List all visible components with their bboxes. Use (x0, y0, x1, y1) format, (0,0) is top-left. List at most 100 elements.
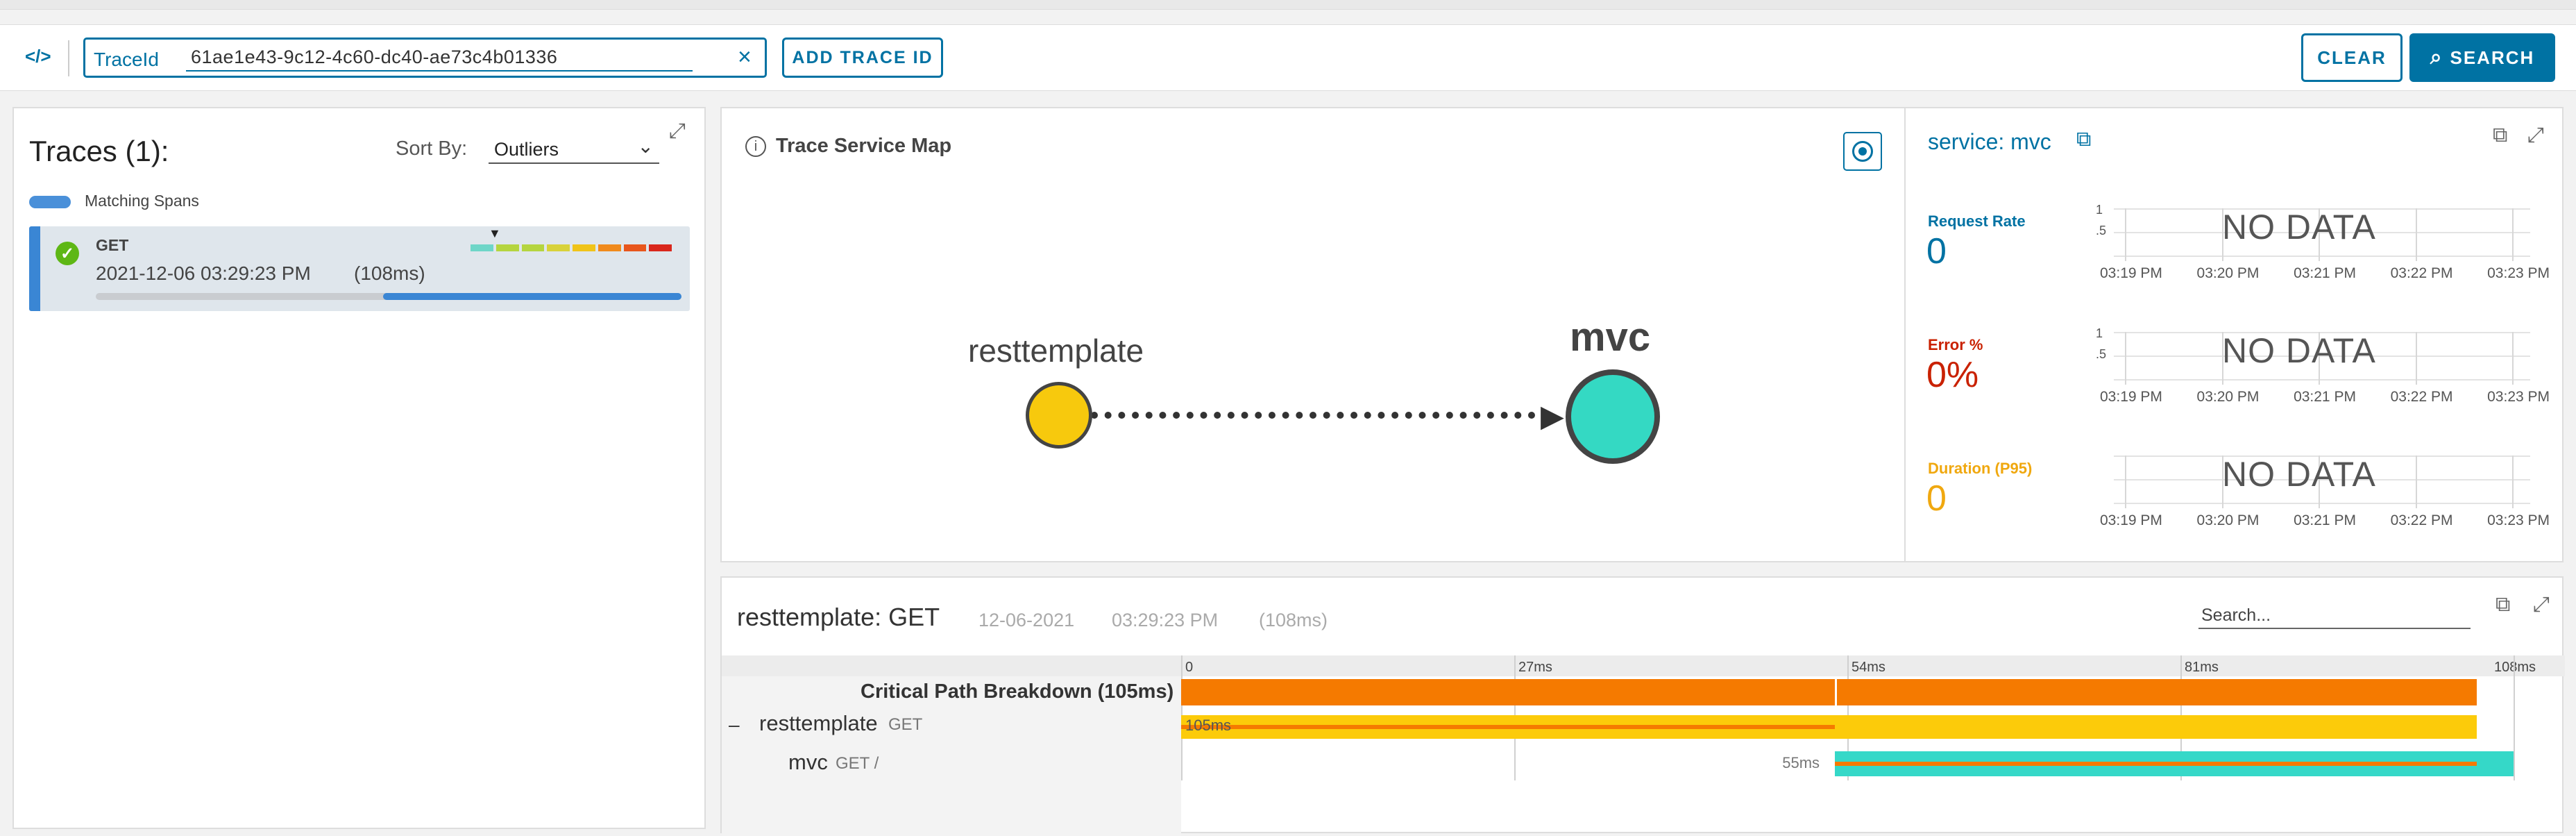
grid-line (2125, 208, 2126, 261)
restore-window-icon[interactable]: ⧉ (2496, 593, 2510, 617)
x-tick-label: 03:19 PM (2100, 265, 2162, 281)
trace-detail-title: resttemplate: GET (737, 603, 940, 631)
top-strip (0, 0, 2576, 10)
timeline-tick-label: 54ms (1852, 660, 1886, 675)
x-tick-label: 03:20 PM (2196, 265, 2260, 281)
clear-button[interactable]: CLEAR (2301, 33, 2403, 82)
span-op-resttemplate: GET (888, 715, 923, 734)
span-timeline: 0 27ms 54ms 81ms 108ms 105ms 55ms (1181, 655, 2565, 836)
timeline-grid-line (2514, 655, 2515, 780)
divider (68, 40, 69, 76)
x-tick-label: 03:22 PM (2390, 265, 2453, 281)
success-icon: ✓ (56, 242, 79, 265)
outlier-scale-segment (623, 244, 647, 251)
y-tick-label: .5 (2096, 224, 2107, 237)
collapse-toggle[interactable]: – (729, 714, 740, 736)
traces-title: Traces (1): (29, 135, 169, 167)
traces-panel: Traces (1): Sort By: Outliers ⌄ ⤢ Matchi… (12, 107, 706, 829)
center-map-button[interactable] (1843, 132, 1882, 171)
x-tick-label: 03:20 PM (2196, 512, 2260, 528)
code-icon[interactable]: </> (25, 46, 51, 67)
grid-line (2114, 256, 2530, 257)
span-duration-label: 105ms (1185, 717, 1232, 734)
sort-value: Outliers (494, 139, 559, 160)
duration-fill (383, 293, 681, 300)
grid-line (2125, 332, 2126, 385)
y-tick-label: .5 (2096, 347, 2107, 361)
span-search-input[interactable]: Search... (2198, 601, 2471, 629)
trace-id-label: TraceId (94, 49, 159, 70)
matching-spans-legend-label: Matching Spans (85, 192, 199, 210)
search-button[interactable]: ⌕ SEARCH (2409, 33, 2555, 82)
grid-line (2512, 455, 2514, 508)
critical-path-divider (1835, 679, 1838, 705)
span-duration-label: 55ms (1782, 754, 1820, 771)
trace-duration: (108ms) (354, 262, 425, 284)
service-map-panel: i Trace Service Map resttemplate mvc ▶ (720, 107, 1906, 562)
timeline-tick-label: 81ms (2185, 660, 2219, 675)
matching-spans-legend-swatch (29, 196, 71, 208)
span-search-placeholder: Search... (2201, 605, 2271, 625)
x-tick-label: 03:20 PM (2196, 389, 2260, 405)
sort-select[interactable]: Outliers ⌄ (489, 135, 659, 164)
trace-id-underline (186, 70, 693, 72)
critical-path-overlay (1181, 725, 1836, 729)
span-service-mvc[interactable]: mvc (788, 750, 828, 775)
expand-icon[interactable]: ⤢ (2533, 593, 2550, 617)
critical-path-label: Critical Path Breakdown (105ms) (861, 680, 1174, 703)
trace-detail-duration: (108ms) (1259, 610, 1328, 630)
grid-line (2512, 208, 2514, 261)
dependency-edge (1091, 412, 1549, 419)
x-tick-label: 03:19 PM (2100, 389, 2162, 405)
duration-track (96, 293, 681, 300)
trace-id-field[interactable]: TraceId 61ae1e43-9c12-4c60-dc40-ae73c4b0… (83, 37, 767, 78)
no-data-label: NO DATA (2222, 331, 2376, 370)
grid-line (2125, 455, 2126, 508)
outlier-scale-segment (471, 244, 493, 251)
critical-path-overlay (1835, 762, 2477, 766)
timeline-tick-label: 108ms (2494, 660, 2536, 675)
node-resttemplate[interactable] (1026, 382, 1092, 449)
x-tick-label: 03:22 PM (2390, 512, 2453, 528)
critical-path-bar[interactable] (1181, 679, 2477, 705)
grid-line (2415, 455, 2417, 508)
search-icon: ⌕ (2430, 46, 2443, 69)
clear-field-icon[interactable]: × (738, 44, 752, 71)
trace-time: 2021-12-06 03:29:23 PM (96, 262, 311, 284)
node-mvc[interactable] (1566, 369, 1660, 464)
y-tick-label: 1 (2096, 326, 2103, 340)
add-trace-id-button[interactable]: ADD TRACE ID (782, 37, 943, 78)
trace-detail-panel: resttemplate: GET 12-06-2021 03:29:23 PM… (720, 576, 2565, 836)
outlier-scale-segment (521, 244, 545, 251)
timeline-tick-label: 0 (1185, 660, 1194, 675)
outlier-scale-segment (573, 244, 595, 251)
x-tick-label: 03:21 PM (2294, 265, 2356, 281)
trace-id-value[interactable]: 61ae1e43-9c12-4c60-dc40-ae73c4b01336 (191, 47, 557, 68)
no-data-label: NO DATA (2222, 208, 2376, 246)
edge-arrow-icon: ▶ (1541, 399, 1564, 433)
node-label-resttemplate: resttemplate (968, 333, 1144, 369)
mini-charts: 1 .5 03:19 PM 03:20 PM 03:21 PM 03:22 PM 03:23… (1906, 108, 2565, 564)
chevron-down-icon: ⌄ (637, 135, 654, 157)
span-service-resttemplate[interactable]: resttemplate (759, 711, 878, 736)
outlier-scale-segment (547, 244, 570, 251)
sort-label: Sort By: (396, 137, 468, 160)
grid-line (2114, 379, 2530, 381)
x-tick-label: 03:21 PM (2294, 389, 2356, 405)
outlier-marker-icon: ▼ (489, 226, 501, 240)
node-label-mvc: mvc (1570, 315, 1651, 360)
trace-detail-date: 12-06-2021 (978, 610, 1075, 630)
expand-icon[interactable]: ⤢ (669, 119, 686, 143)
grid-line (2512, 332, 2514, 385)
outlier-scale-segment (598, 244, 621, 251)
y-tick-label: 1 (2096, 203, 2103, 217)
x-tick-label: 03:23 PM (2487, 265, 2550, 281)
search-label: SEARCH (2450, 47, 2535, 68)
trace-list-item[interactable]: ✓ GET 2021-12-06 03:29:23 PM (108ms) ▼ (29, 226, 690, 311)
outlier-scale-segment (495, 244, 519, 251)
trace-detail-time: 03:29:23 PM (1112, 610, 1219, 630)
timeline-tick-label: 27ms (1518, 660, 1552, 675)
x-tick-label: 03:23 PM (2487, 389, 2550, 405)
span-op-mvc: GET / (836, 754, 879, 773)
grid-line (2114, 503, 2530, 504)
